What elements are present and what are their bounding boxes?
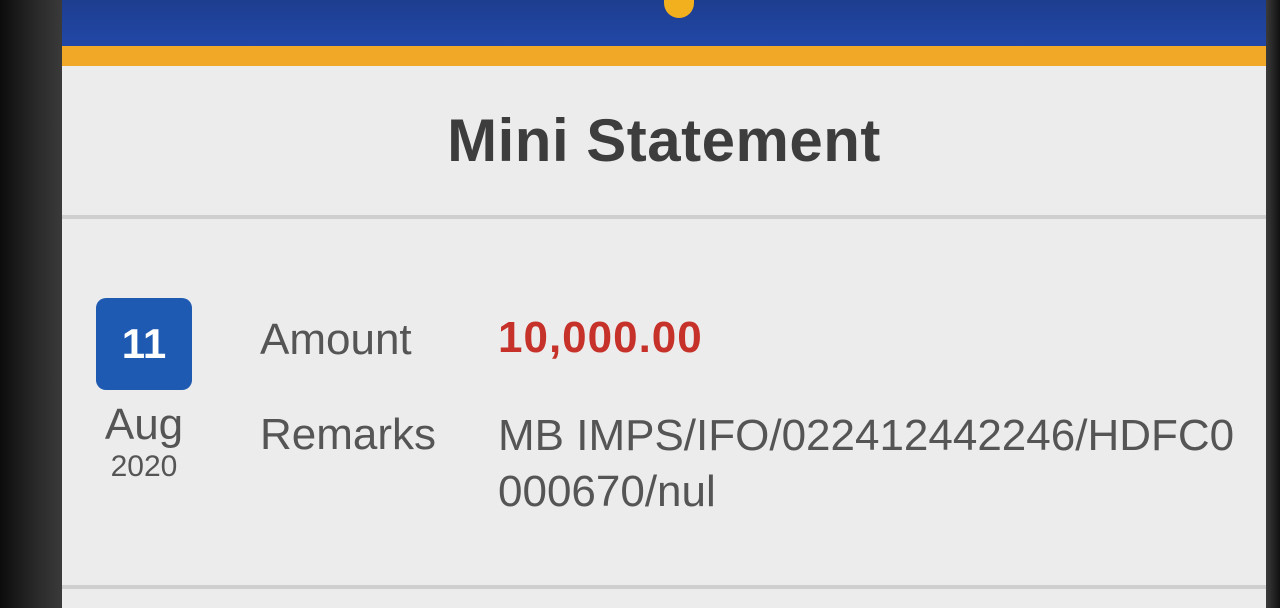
- date-day-badge: 11: [96, 298, 192, 390]
- date-year: 2020: [110, 450, 178, 483]
- title-divider: [62, 215, 1266, 219]
- app-screen: Mini Statement 11 Aug 2020 Amount 10,000…: [62, 0, 1266, 608]
- phone-bezel-left: [0, 0, 62, 608]
- phone-bezel-right: [1266, 0, 1280, 608]
- remarks-value: MB IMPS/IFO/022412442246/HDFC0000670/nul: [498, 411, 1235, 516]
- page-title: Mini Statement: [447, 107, 881, 174]
- amount-label: Amount: [260, 315, 412, 364]
- row-divider: [62, 585, 1266, 589]
- amount-value: 10,000.00: [498, 313, 703, 362]
- remarks-label: Remarks: [260, 410, 437, 459]
- header-accent-line: [62, 46, 1266, 66]
- date-month: Aug: [104, 400, 184, 449]
